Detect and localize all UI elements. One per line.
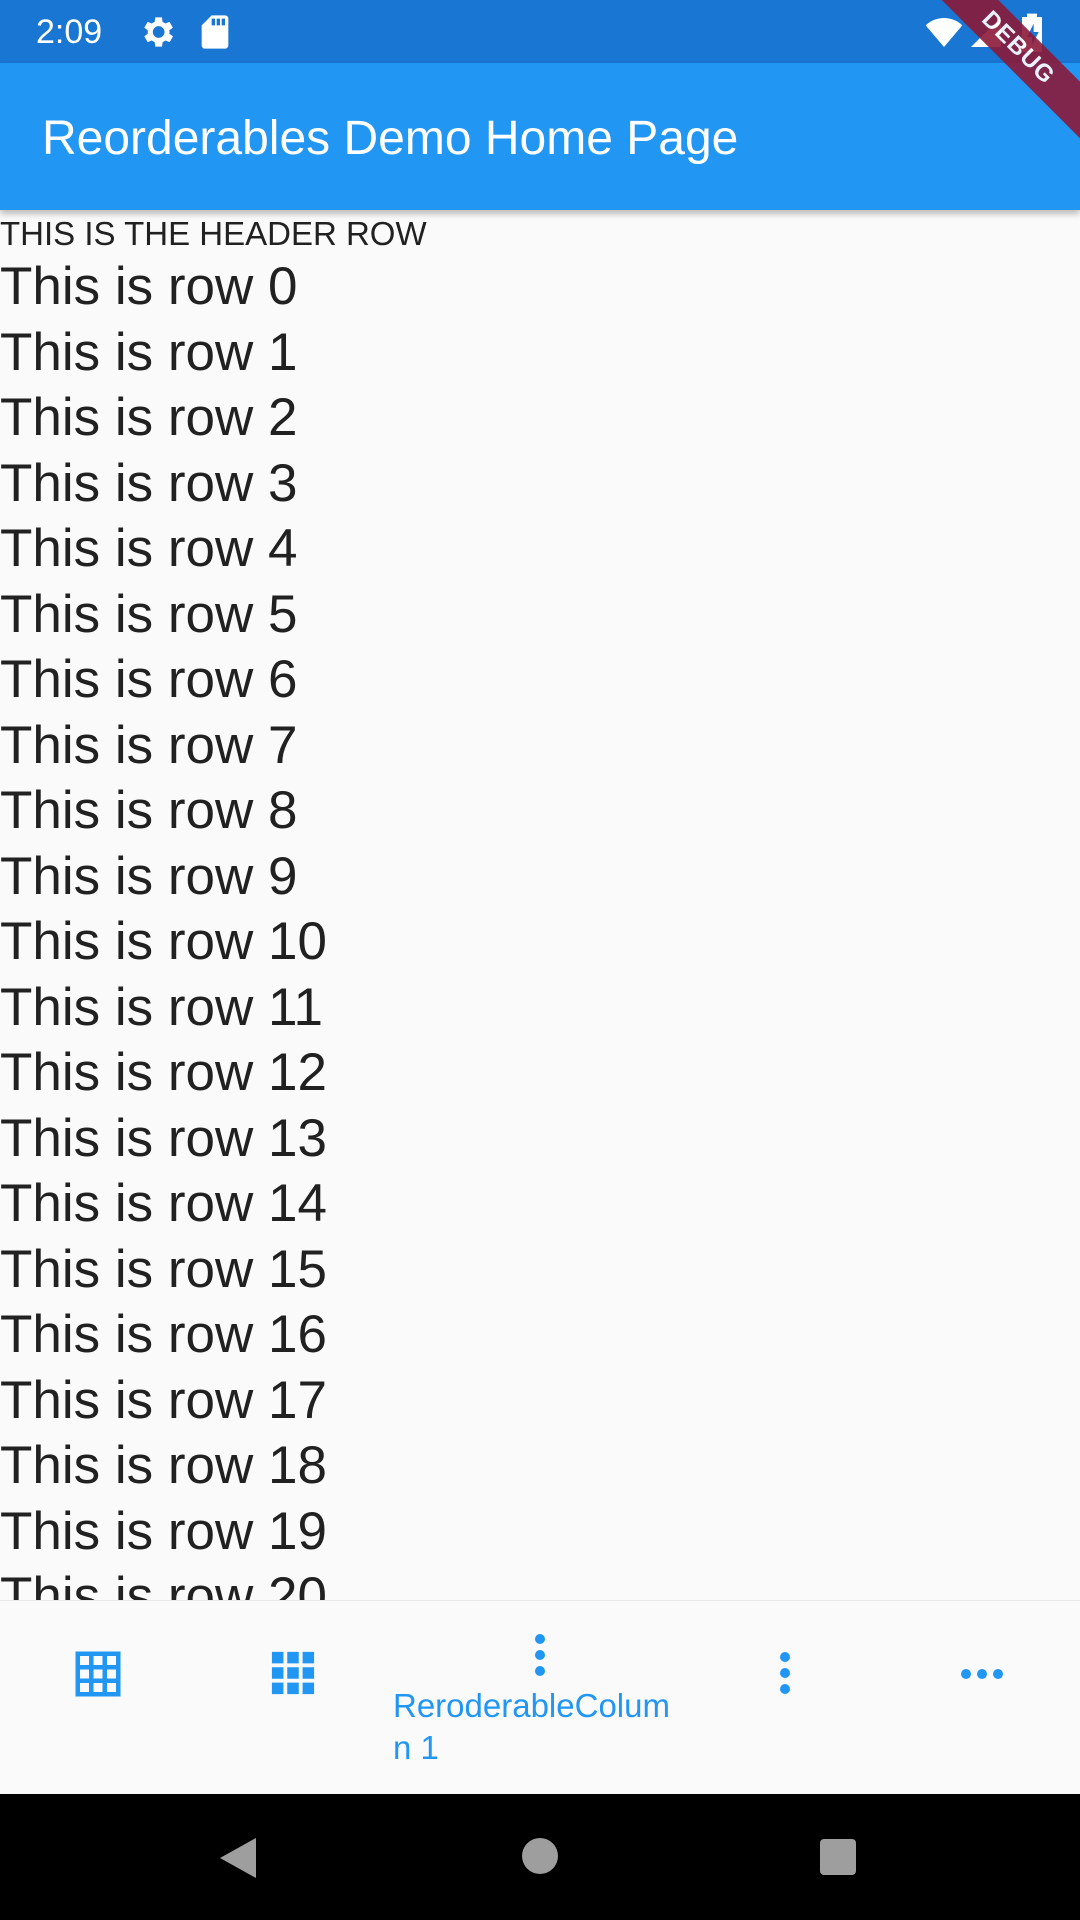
nav-item-label: ReroderableColumn 1 xyxy=(393,1687,670,1766)
nav-item-column[interactable] xyxy=(688,1601,884,1795)
list-row[interactable]: This is row 0 xyxy=(0,254,327,320)
recents-icon[interactable] xyxy=(818,1837,858,1877)
settings-icon xyxy=(144,17,173,47)
list-row[interactable]: This is row 8 xyxy=(0,778,327,844)
list-row[interactable]: This is row 5 xyxy=(0,582,327,648)
status-time: 2:09 xyxy=(36,13,103,51)
page-title: Reorderables Demo Home Page xyxy=(42,112,739,165)
list-row[interactable]: This is row 17 xyxy=(0,1368,327,1434)
list-row[interactable]: This is row 20 xyxy=(0,1564,327,1600)
list-row[interactable]: This is row 13 xyxy=(0,1106,327,1172)
list-row[interactable]: This is row 18 xyxy=(0,1433,327,1499)
list-row[interactable]: This is row 3 xyxy=(0,451,327,517)
system-navigation-bar xyxy=(0,1794,1080,1920)
nav-item-row[interactable] xyxy=(884,1601,1080,1795)
home-icon[interactable] xyxy=(520,1836,560,1876)
list-row[interactable]: This is row 12 xyxy=(0,1040,327,1106)
list-row[interactable]: This is row 15 xyxy=(0,1237,327,1303)
nav-item-grid[interactable] xyxy=(196,1601,392,1795)
list-row[interactable]: This is row 10 xyxy=(0,909,327,975)
sd-card-icon xyxy=(201,15,229,49)
list-row[interactable]: This is row 9 xyxy=(0,844,327,910)
list-row[interactable]: This is row 1 xyxy=(0,320,327,386)
list-row[interactable]: This is row 14 xyxy=(0,1171,327,1237)
header-row: THIS IS THE HEADER ROW xyxy=(0,215,427,252)
list-row[interactable]: This is row 2 xyxy=(0,385,327,451)
apps-grid-icon xyxy=(271,1651,315,1695)
reorderable-column: THIS IS THE HEADER ROW This is row 0 Thi… xyxy=(0,210,1080,1600)
app-bar: Reorderables Demo Home Page xyxy=(0,63,1080,210)
status-bar: 2:09 xyxy=(0,0,1080,63)
list-row[interactable]: This is row 16 xyxy=(0,1302,327,1368)
list-row[interactable]: This is row 6 xyxy=(0,647,327,713)
row-list: This is row 0 This is row 1 This is row … xyxy=(0,254,327,1600)
list-row[interactable]: This is row 7 xyxy=(0,713,327,779)
table-grid-icon xyxy=(75,1651,121,1697)
list-row[interactable]: This is row 11 xyxy=(0,975,327,1041)
list-row[interactable]: This is row 4 xyxy=(0,516,327,582)
back-icon[interactable] xyxy=(216,1834,260,1882)
horizontal-dots-icon xyxy=(961,1669,1003,1679)
vertical-dots-icon xyxy=(780,1652,790,1694)
list-row[interactable]: This is row 19 xyxy=(0,1499,327,1565)
bottom-navigation: ReroderableColumn 1 xyxy=(0,1600,1080,1795)
nav-item-table[interactable] xyxy=(0,1601,196,1795)
vertical-dots-icon xyxy=(535,1634,545,1676)
